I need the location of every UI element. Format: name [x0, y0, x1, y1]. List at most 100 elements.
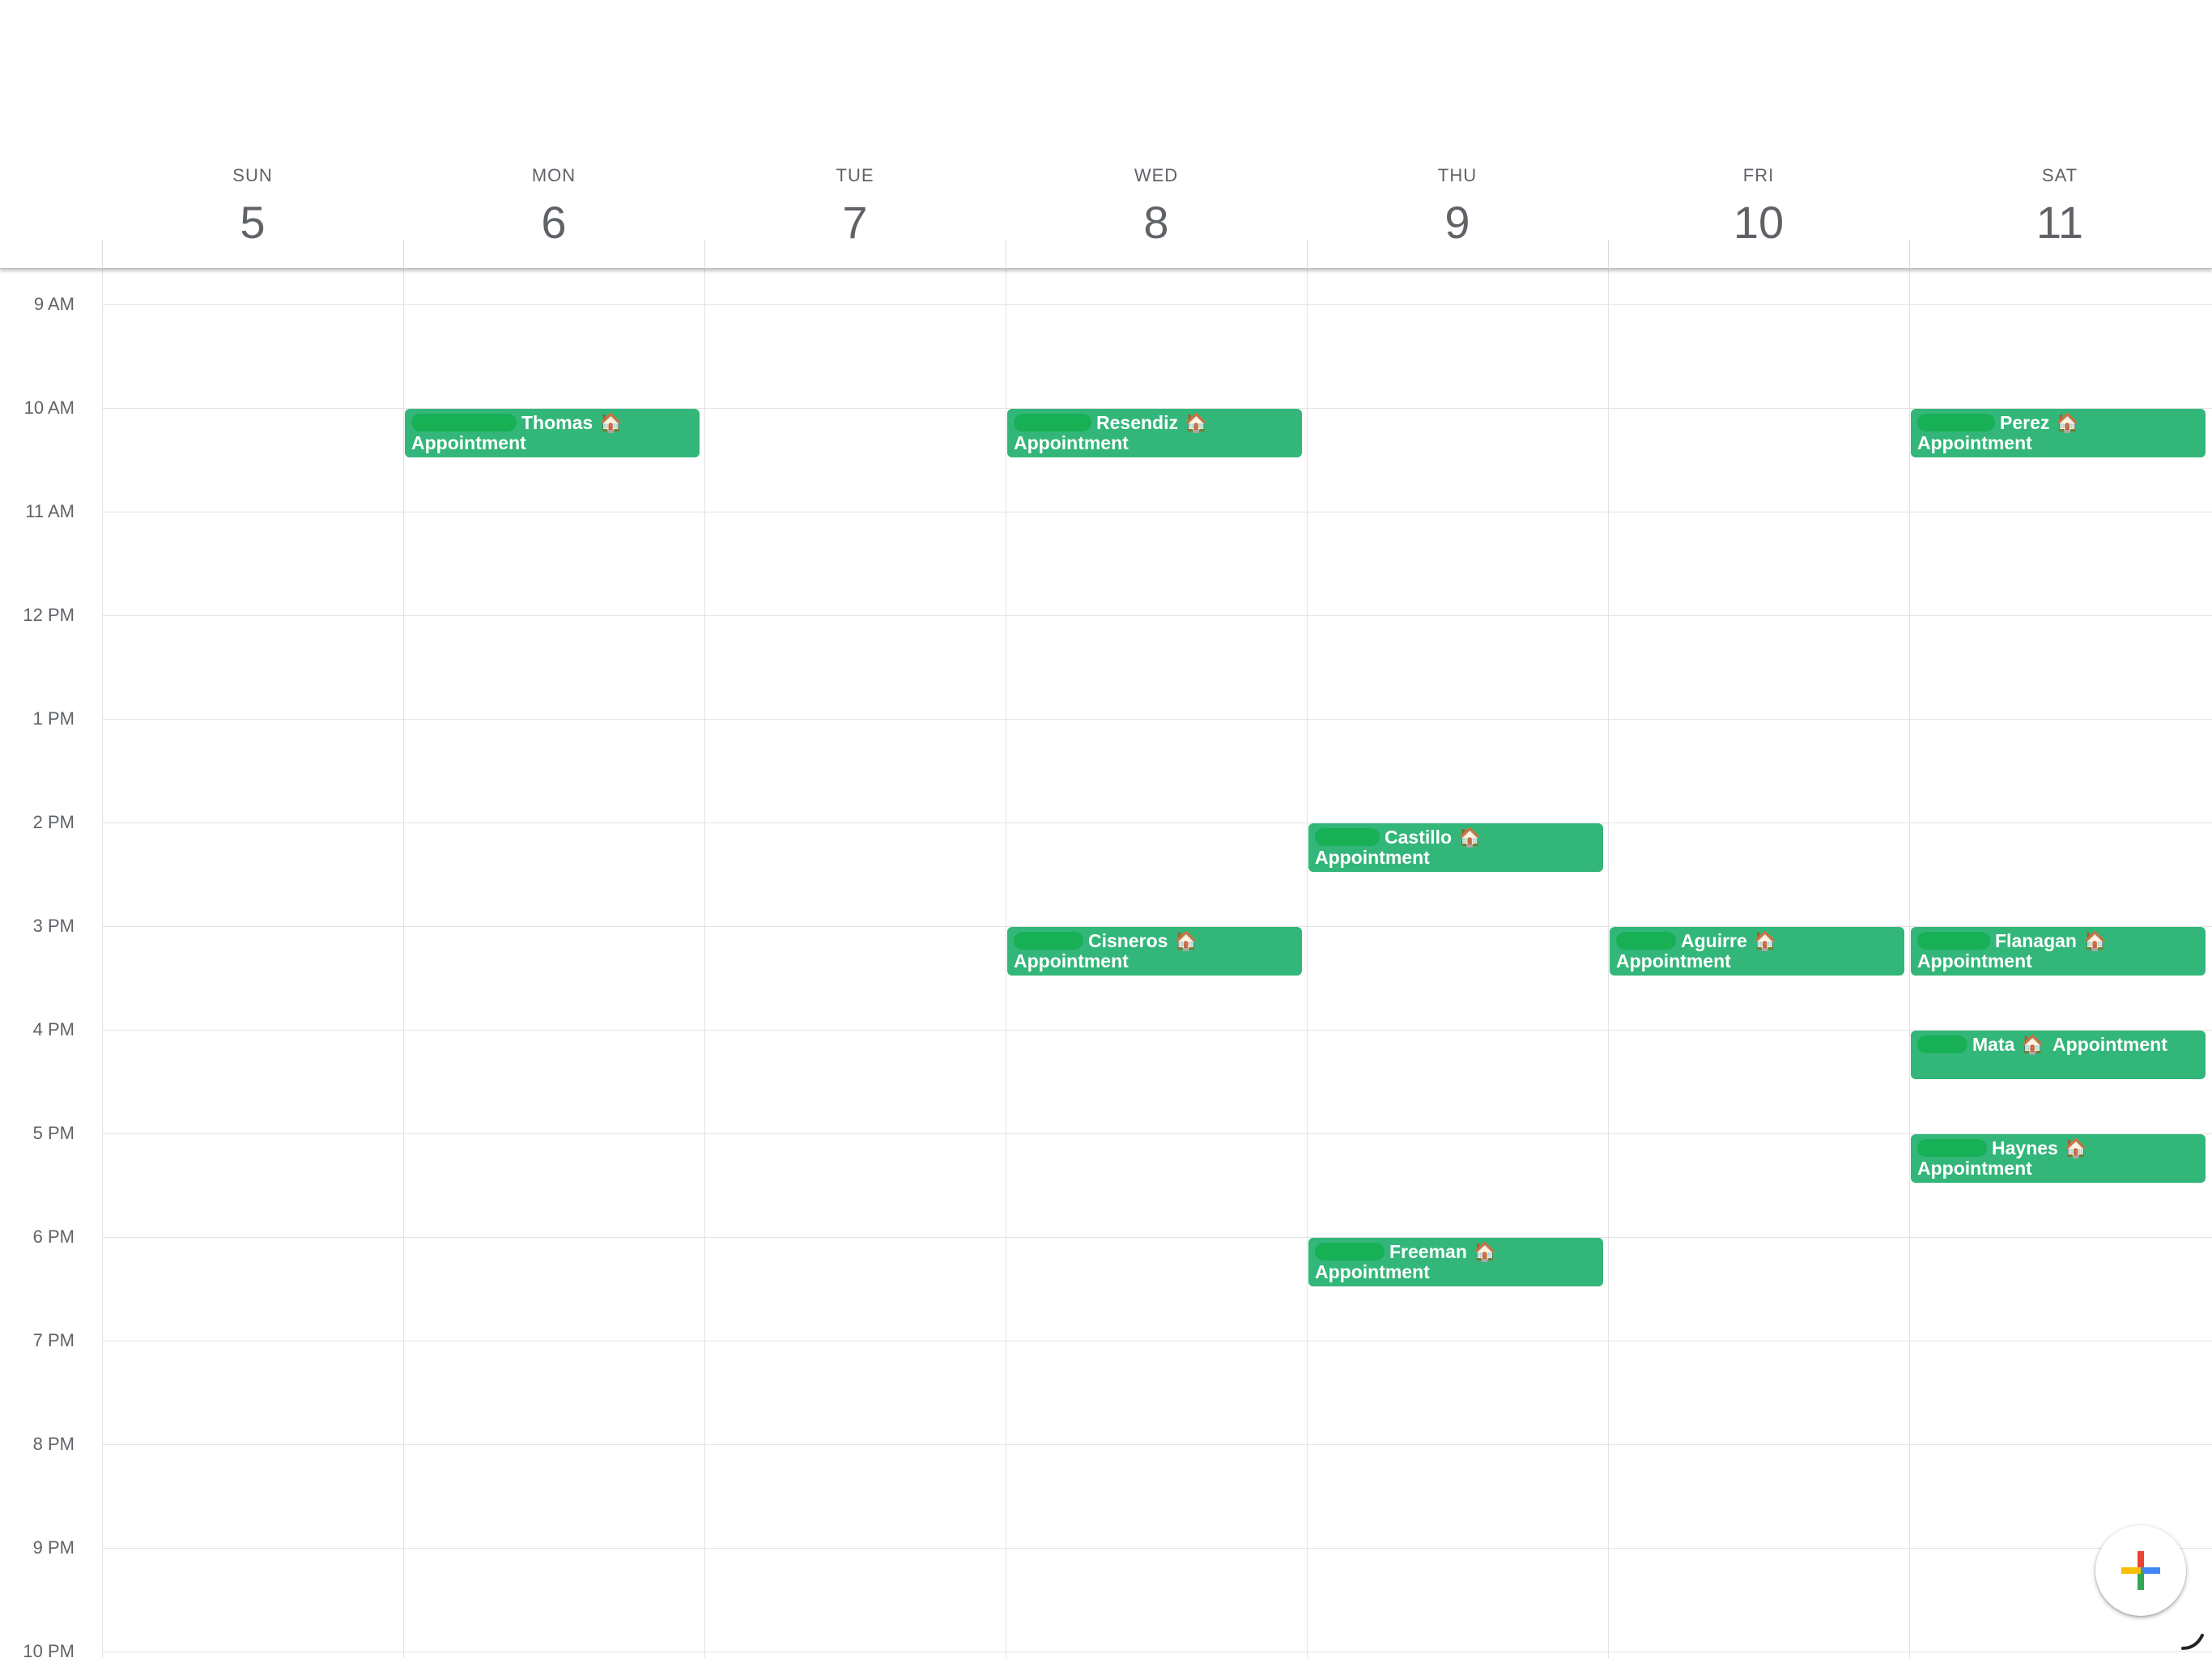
event-label: Appointment [1616, 950, 1731, 971]
column-divider [704, 240, 705, 269]
day-number[interactable]: 11 [1909, 196, 2210, 249]
hour-label: 6 PM [32, 1226, 74, 1247]
column-divider [1608, 240, 1609, 269]
column-divider [102, 240, 103, 269]
create-event-button[interactable] [2095, 1525, 2186, 1616]
hour-label: 11 AM [25, 501, 74, 521]
house-icon: 🏠 [2021, 1034, 2045, 1055]
column-line [1307, 269, 1308, 1658]
hour-line [102, 1030, 2212, 1031]
event-name: Castillo [1385, 827, 1453, 848]
hour-line [102, 1444, 2212, 1445]
event-chip-freeman[interactable]: Freeman 🏠 Appointment [1308, 1238, 1603, 1286]
hour-label: 2 PM [32, 812, 74, 832]
week-header: SUN 5 MON 6 TUE 7 WED 8 THU 9 FRI 10 SAT 11 [0, 146, 2212, 269]
event-chip-thomas[interactable]: Thomas 🏠 Appointment [405, 409, 700, 457]
day-header-sun[interactable]: SUN 5 [102, 146, 403, 269]
hour-label: 10 PM [23, 1641, 74, 1658]
redacted-name [1315, 828, 1380, 846]
column-divider [1307, 240, 1308, 269]
day-of-week-label: SAT [2041, 165, 2078, 185]
event-label: Appointment [1315, 847, 1430, 868]
event-label: Appointment [1917, 432, 2032, 453]
event-name: Perez [2000, 412, 2050, 433]
column-line [1909, 269, 1910, 1658]
hour-line [102, 615, 2212, 616]
house-icon: 🏠 [1473, 1241, 1497, 1262]
column-line [403, 269, 404, 1658]
house-icon: 🏠 [2082, 930, 2107, 951]
event-label: Appointment [411, 432, 526, 453]
event-chip-cisneros[interactable]: Cisneros 🏠 Appointment [1007, 927, 1302, 976]
house-icon: 🏠 [599, 412, 623, 433]
column-divider [1909, 240, 1910, 269]
hour-label: 12 PM [23, 605, 74, 625]
day-of-week-label: TUE [836, 165, 874, 185]
event-label: Appointment [1014, 432, 1129, 453]
day-number[interactable]: 9 [1307, 196, 1608, 249]
event-label: Appointment [1014, 950, 1129, 971]
day-number[interactable]: 6 [403, 196, 704, 249]
app-top-bar [0, 0, 2212, 146]
hour-label: 5 PM [32, 1123, 74, 1143]
plus-icon [2121, 1551, 2160, 1590]
column-divider [403, 240, 404, 269]
hour-label: 3 PM [32, 916, 74, 936]
event-label: Appointment [1917, 950, 2032, 971]
house-icon: 🏠 [1753, 930, 1777, 951]
hour-label: 9 PM [32, 1537, 74, 1558]
day-header-mon[interactable]: MON 6 [403, 146, 704, 269]
event-chip-aguirre[interactable]: Aguirre 🏠 Appointment [1610, 927, 1904, 976]
day-header-thu[interactable]: THU 9 [1307, 146, 1608, 269]
event-chip-haynes[interactable]: Haynes 🏠 Appointment [1911, 1134, 2206, 1183]
hour-label: 7 PM [32, 1330, 74, 1350]
event-chip-flanagan[interactable]: Flanagan 🏠 Appointment [1911, 927, 2206, 976]
week-grid[interactable]: 9 AM 10 AM 11 AM 12 PM 1 PM 2 PM 3 PM 4 PM 5 PM 6… [0, 269, 2212, 1658]
event-name: Aguirre [1681, 930, 1747, 951]
redacted-name [411, 414, 517, 432]
redacted-name [1917, 414, 1995, 432]
day-number[interactable]: 5 [102, 196, 403, 249]
hour-label: 9 AM [33, 294, 74, 314]
day-of-week-label: SUN [232, 165, 273, 185]
event-chip-mata[interactable]: Mata 🏠 Appointment [1911, 1031, 2206, 1079]
day-number[interactable]: 10 [1608, 196, 1909, 249]
event-label: Appointment [2052, 1034, 2167, 1055]
hour-line [102, 719, 2212, 720]
house-icon: 🏠 [1184, 412, 1208, 433]
day-header-tue[interactable]: TUE 7 [704, 146, 1006, 269]
event-name: Resendiz [1096, 412, 1178, 433]
hour-line [102, 1133, 2212, 1134]
house-icon: 🏠 [2064, 1137, 2088, 1158]
event-label: Appointment [1917, 1158, 2032, 1179]
house-icon: 🏠 [1174, 930, 1198, 951]
redacted-name [1917, 932, 1990, 950]
day-header-sat[interactable]: SAT 11 [1909, 146, 2210, 269]
day-of-week-label: THU [1437, 165, 1478, 185]
hour-label: 10 AM [23, 397, 74, 418]
event-name: Haynes [1992, 1137, 2058, 1158]
hour-label: 8 PM [32, 1434, 74, 1454]
event-name: Flanagan [1995, 930, 2077, 951]
redacted-name [1616, 932, 1676, 950]
redacted-name [1917, 1139, 1987, 1157]
day-of-week-label: FRI [1742, 165, 1775, 185]
house-icon: 🏠 [2056, 412, 2080, 433]
day-of-week-label: WED [1134, 165, 1179, 185]
redacted-name [1315, 1243, 1385, 1261]
house-icon: 🏠 [1458, 827, 1482, 848]
day-header-fri[interactable]: FRI 10 [1608, 146, 1909, 269]
column-line [102, 269, 103, 1658]
event-name: Thomas [521, 412, 593, 433]
day-number[interactable]: 7 [704, 196, 1006, 249]
event-chip-perez[interactable]: Perez 🏠 Appointment [1911, 409, 2206, 457]
event-chip-castillo[interactable]: Castillo 🏠 Appointment [1308, 823, 1603, 872]
day-header-wed[interactable]: WED 8 [1006, 146, 1307, 269]
day-number[interactable]: 8 [1006, 196, 1307, 249]
event-label: Appointment [1315, 1261, 1430, 1282]
event-name: Mata [1972, 1034, 2015, 1055]
hour-label: 1 PM [32, 708, 74, 729]
event-chip-resendiz[interactable]: Resendiz 🏠 Appointment [1007, 409, 1302, 457]
redacted-name [1917, 1035, 1967, 1053]
hour-label: 4 PM [32, 1019, 74, 1039]
